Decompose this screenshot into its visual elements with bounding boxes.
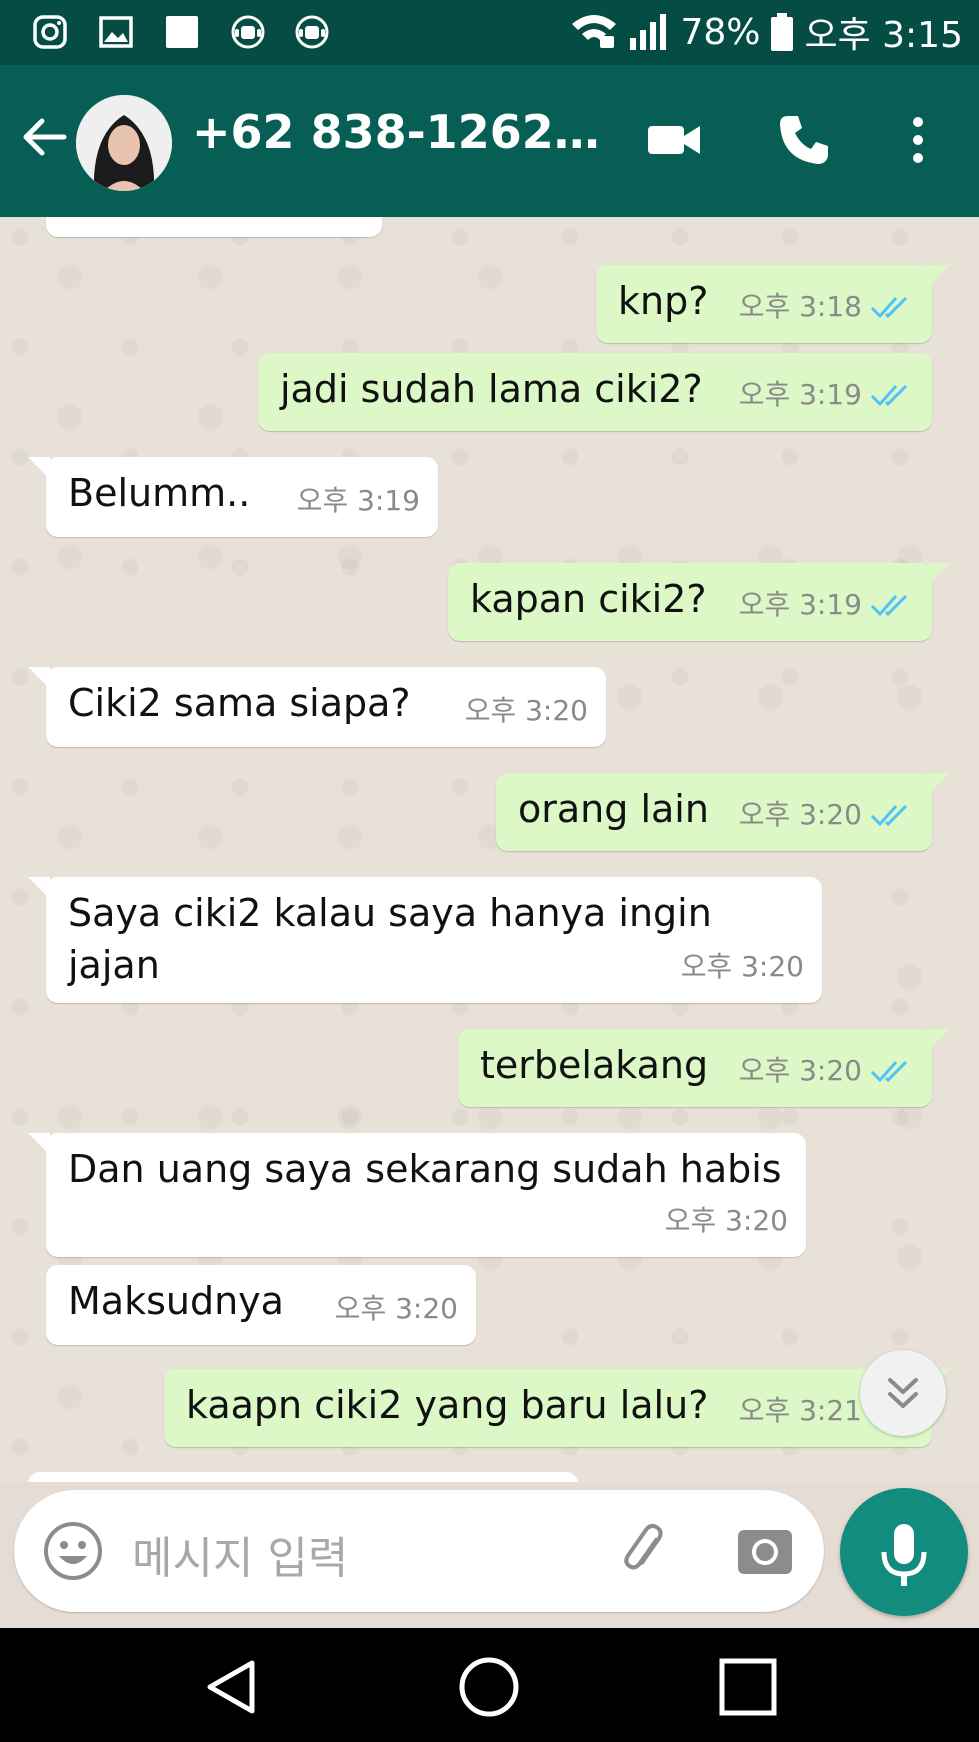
profile-photo	[76, 95, 172, 191]
message-bubble-outgoing[interactable]: orang lain 오후 3:20	[496, 773, 950, 851]
battery-percent: 78%	[680, 11, 761, 53]
chat-header: +62 838-1262-74...	[0, 65, 979, 217]
message-meta: 오후 3:20	[465, 685, 588, 737]
message-text: orang lain	[518, 787, 709, 831]
message-meta: 오후 3:18	[739, 281, 914, 333]
message-bubble-outgoing[interactable]: terbelakang 오후 3:20	[458, 1029, 950, 1107]
nav-home-icon[interactable]	[457, 1655, 521, 1719]
message-text: kaapn ciki2 yang baru lalu?	[186, 1383, 709, 1427]
message-meta: 오후 3:20	[739, 1045, 914, 1097]
message-meta: 오후 3:20	[739, 789, 914, 841]
message-time: 오후 3:20	[738, 798, 862, 831]
message-time: 오후 3:19	[738, 588, 862, 621]
message-text: Saya ciki2 kalau saya hanya ingin jajan	[68, 891, 712, 987]
read-ticks-icon	[870, 1060, 908, 1083]
message-text: knp?	[618, 279, 709, 323]
message-bubble-partial	[28, 1472, 578, 1482]
message-meta: 오후 3:19	[739, 369, 914, 421]
message-text: Maksudnya	[68, 1279, 284, 1323]
message-time: 오후 3:20	[680, 950, 804, 983]
nav-back-icon[interactable]	[200, 1655, 264, 1719]
read-ticks-icon	[870, 296, 908, 319]
message-bubble-incoming[interactable]: Dan uang saya sekarang sudah habis 오후 3:…	[28, 1133, 806, 1257]
message-bubble-incoming[interactable]: Saya ciki2 kalau saya hanya ingin jajan …	[28, 877, 822, 1003]
message-meta: 오후 3:20	[665, 1195, 788, 1247]
read-ticks-icon	[870, 804, 908, 827]
message-time: 오후 3:20	[464, 694, 588, 727]
message-time: 오후 3:20	[664, 1204, 788, 1237]
emoji-icon[interactable]	[42, 1520, 104, 1582]
square-notification-icon	[166, 16, 198, 48]
phone-icon[interactable]	[774, 110, 834, 170]
clock: 오후 3:15	[804, 15, 963, 56]
message-list[interactable]: knp? 오후 3:18 jadi sudah lama ciki2? 오후 3…	[0, 217, 979, 1482]
message-bubble-incoming[interactable]: Maksudnya 오후 3:20	[46, 1265, 476, 1345]
message-text: Belumm..	[68, 471, 251, 515]
signal-icon	[630, 14, 667, 50]
message-time: 오후 3:19	[738, 378, 862, 411]
voice-record-button[interactable]	[840, 1488, 968, 1616]
message-meta: 오후 3:20	[335, 1283, 458, 1335]
gallery-icon	[99, 16, 133, 48]
message-bubble-incoming[interactable]: Belumm.. 오후 3:19	[28, 457, 438, 537]
camera-icon[interactable]	[734, 1520, 796, 1582]
instagram-icon	[33, 15, 67, 49]
message-bubble-partial	[46, 217, 382, 237]
message-composer[interactable]: 메시지 입력	[14, 1490, 824, 1612]
mic-icon	[881, 1524, 927, 1586]
contact-name[interactable]: +62 838-1262-74...	[192, 105, 612, 159]
avatar[interactable]	[76, 95, 172, 191]
video-call-icon[interactable]	[644, 110, 704, 170]
status-bar: 78% 오후 3:15	[0, 0, 979, 65]
system-nav-bar	[0, 1628, 979, 1742]
message-time: 오후 3:21	[738, 1394, 862, 1427]
read-ticks-icon	[870, 594, 908, 617]
overflow-menu-icon[interactable]	[888, 110, 948, 170]
message-input[interactable]: 메시지 입력	[132, 1522, 348, 1586]
message-time: 오후 3:19	[296, 484, 420, 517]
message-time: 오후 3:20	[738, 1054, 862, 1087]
android-icon	[295, 15, 329, 49]
back-arrow-icon[interactable]	[16, 109, 72, 165]
scroll-to-bottom-button[interactable]	[860, 1350, 946, 1436]
message-meta: 오후 3:20	[681, 941, 804, 993]
message-meta: 오후 3:19	[739, 579, 914, 631]
android-icon	[231, 15, 265, 49]
read-ticks-icon	[870, 384, 908, 407]
wifi-lock-icon	[572, 15, 617, 48]
double-chevron-down-icon	[888, 1378, 918, 1408]
message-text: Ciki2 sama siapa?	[68, 681, 411, 725]
message-bubble-outgoing[interactable]: jadi sudah lama ciki2? 오후 3:19	[258, 353, 932, 431]
attach-icon[interactable]	[614, 1520, 676, 1582]
message-bubble-outgoing[interactable]: knp? 오후 3:18	[596, 265, 950, 343]
message-text: jadi sudah lama ciki2?	[280, 367, 703, 411]
message-meta: 오후 3:19	[297, 475, 420, 527]
status-right: 78% 오후 3:15	[570, 8, 963, 56]
message-bubble-outgoing[interactable]: kaapn ciki2 yang baru lalu? 오후 3:21	[164, 1369, 950, 1447]
message-time: 오후 3:20	[334, 1292, 458, 1325]
message-time: 오후 3:18	[738, 290, 862, 323]
nav-recents-icon[interactable]	[716, 1655, 780, 1719]
message-text: terbelakang	[480, 1043, 709, 1087]
message-text: Dan uang saya sekarang sudah habis	[68, 1147, 782, 1191]
battery-icon	[771, 13, 794, 51]
message-bubble-outgoing[interactable]: kapan ciki2? 오후 3:19	[448, 563, 950, 641]
message-bubble-incoming[interactable]: Ciki2 sama siapa? 오후 3:20	[28, 667, 606, 747]
message-text: kapan ciki2?	[470, 577, 707, 621]
